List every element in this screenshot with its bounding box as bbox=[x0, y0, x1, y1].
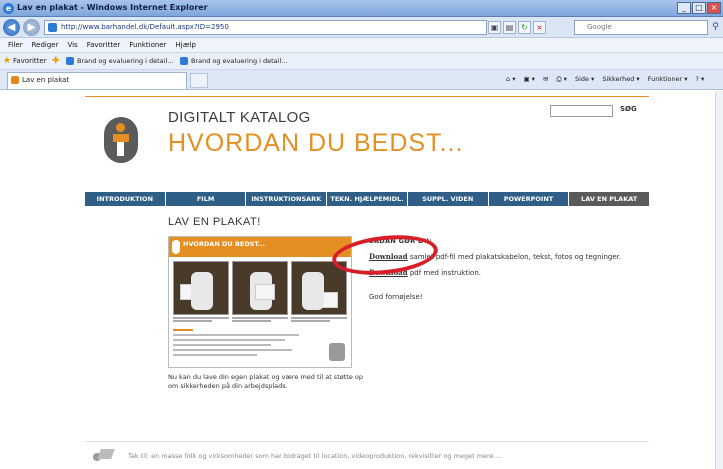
search-icon[interactable]: ⚲ bbox=[709, 21, 722, 34]
page-favicon-icon bbox=[48, 23, 57, 32]
tab-favicon-icon bbox=[11, 76, 19, 84]
back-button[interactable]: ◀ bbox=[3, 19, 20, 36]
menu-file[interactable]: Filer bbox=[8, 41, 23, 49]
favorites-bar: ★ Favoritter ✚ Brand og evaluering i det… bbox=[0, 53, 723, 70]
poster-logo-icon bbox=[172, 240, 180, 254]
cmd-page[interactable]: Side ▾ bbox=[575, 75, 594, 84]
footer-thanks-icon bbox=[93, 449, 115, 461]
nav-film[interactable]: FILM bbox=[166, 192, 247, 206]
home-icon[interactable]: ⌂ ▾ bbox=[506, 75, 515, 84]
favorites-star-icon[interactable]: ★ bbox=[3, 56, 11, 66]
search-input[interactable]: Google bbox=[574, 20, 708, 35]
menu-bar: Filer Rediger Vis Favoritter Funktioner … bbox=[0, 38, 723, 53]
poster-caption: Nu kan du lave din egen plakat og være m… bbox=[168, 373, 363, 390]
header-kicker: DIGITALT KATALOG bbox=[168, 109, 311, 126]
window-controls: _ □ × bbox=[677, 2, 721, 14]
page-content: DIGITALT KATALOG HVORDAN DU BEDST... SØG… bbox=[0, 91, 723, 469]
poster-preview-image: HVORDAN DU BEDST... bbox=[168, 236, 352, 368]
url-field[interactable]: http://www.barhandel.dk/Default.aspx?ID=… bbox=[44, 20, 487, 35]
favorite-item[interactable]: Brand og evaluering i detail... bbox=[66, 57, 173, 65]
nav-instruktionsark[interactable]: INSTRUKTIONSARK bbox=[246, 192, 328, 206]
header-headline: HVORDAN DU BEDST... bbox=[168, 129, 464, 157]
nav-powerpoint[interactable]: POWERPOINT bbox=[489, 192, 570, 206]
page-icon[interactable]: ▤ bbox=[503, 21, 516, 34]
site-logo[interactable] bbox=[104, 117, 138, 163]
command-bar: ⌂ ▾ ▣ ▾ ✉ ⎙ ▾ Side ▾ Sikkerhed ▾ Funktio… bbox=[506, 75, 704, 84]
page-title: LAV EN PLAKAT! bbox=[168, 216, 261, 228]
nav-suppl-viden[interactable]: SUPPL. VIDEN bbox=[408, 192, 489, 206]
download-instructions-desc: pdf med instruktion. bbox=[407, 269, 481, 277]
nav-introduktion[interactable]: INTRODUKTION bbox=[85, 192, 166, 206]
nav-lav-en-plakat[interactable]: LAV EN PLAKAT bbox=[569, 192, 650, 206]
search-placeholder: Google bbox=[587, 23, 612, 31]
closing-text: God fornøjelse! bbox=[369, 293, 423, 301]
print-icon[interactable]: ⎙ ▾ bbox=[556, 75, 567, 84]
refresh-icon[interactable]: ↻ bbox=[518, 21, 531, 34]
favorite-item[interactable]: Brand og evaluering i detail... bbox=[180, 57, 287, 65]
favorites-label[interactable]: Favoritter bbox=[13, 57, 47, 65]
poster-photo bbox=[232, 261, 288, 315]
menu-favorites[interactable]: Favoritter bbox=[87, 41, 121, 49]
window-title: Lav en plakat - Windows Internet Explore… bbox=[17, 3, 208, 12]
site-search-input[interactable] bbox=[550, 105, 613, 117]
poster-photo bbox=[173, 261, 229, 315]
stop-icon[interactable]: × bbox=[533, 21, 546, 34]
poster-title: HVORDAN DU BEDST... bbox=[183, 240, 266, 248]
cmd-safety[interactable]: Sikkerhed ▾ bbox=[602, 75, 639, 84]
minimize-button[interactable]: _ bbox=[677, 2, 691, 14]
poster-photo-caption bbox=[291, 317, 347, 324]
footer-divider bbox=[85, 441, 649, 442]
favorite-page-icon bbox=[180, 57, 188, 65]
site-search-button[interactable]: SØG bbox=[620, 105, 637, 113]
favorite-page-icon bbox=[66, 57, 74, 65]
menu-view[interactable]: Vis bbox=[67, 41, 77, 49]
maximize-button[interactable]: □ bbox=[692, 2, 706, 14]
help-icon[interactable]: ? ▾ bbox=[696, 75, 705, 84]
window-titlebar: e Lav en plakat - Windows Internet Explo… bbox=[0, 0, 723, 17]
logo-figure-icon bbox=[117, 142, 124, 156]
ie-logo-icon: e bbox=[3, 3, 14, 14]
forward-button[interactable]: ▶ bbox=[23, 19, 40, 36]
logo-head-icon bbox=[116, 123, 125, 132]
poster-text-lines bbox=[173, 329, 313, 359]
new-tab-button[interactable] bbox=[190, 73, 208, 88]
logo-box-icon bbox=[113, 134, 129, 142]
footer-text: Tak til: en masse folk og virksomheder s… bbox=[128, 452, 502, 460]
compat-view-icon[interactable]: ▣ bbox=[488, 21, 501, 34]
feeds-icon[interactable]: ▣ ▾ bbox=[523, 75, 534, 84]
close-button[interactable]: × bbox=[707, 2, 721, 14]
poster-photo-caption bbox=[232, 317, 288, 324]
top-divider bbox=[85, 96, 649, 97]
url-text: http://www.barhandel.dk/Default.aspx?ID=… bbox=[61, 23, 229, 31]
menu-tools[interactable]: Funktioner bbox=[129, 41, 166, 49]
tab-bar: Lav en plakat ⌂ ▾ ▣ ▾ ✉ ⎙ ▾ Side ▾ Sikke… bbox=[0, 70, 723, 90]
poster-mini-logo-icon bbox=[329, 343, 345, 361]
vertical-scrollbar[interactable] bbox=[715, 91, 723, 469]
mail-icon[interactable]: ✉ bbox=[543, 75, 548, 84]
tab-active[interactable]: Lav en plakat bbox=[7, 72, 187, 89]
poster-photo bbox=[291, 261, 347, 315]
add-favorite-icon[interactable]: ✚ bbox=[52, 56, 60, 66]
main-nav: INTRODUKTION FILM INSTRUKTIONSARK TEKN. … bbox=[85, 192, 650, 206]
nav-tekn-hjaelpemidl[interactable]: TEKN. HJÆLPEMIDL. bbox=[327, 192, 408, 206]
menu-edit[interactable]: Rediger bbox=[32, 41, 59, 49]
address-bar: ◀ ▶ http://www.barhandel.dk/Default.aspx… bbox=[0, 17, 723, 38]
menu-help[interactable]: Hjælp bbox=[175, 41, 195, 49]
poster-photo-caption bbox=[173, 317, 229, 324]
tab-label: Lav en plakat bbox=[22, 76, 70, 84]
cmd-tools[interactable]: Funktioner ▾ bbox=[648, 75, 688, 84]
download-poster-desc: samlet pdf-fil med plakatskabelon, tekst… bbox=[407, 253, 622, 261]
